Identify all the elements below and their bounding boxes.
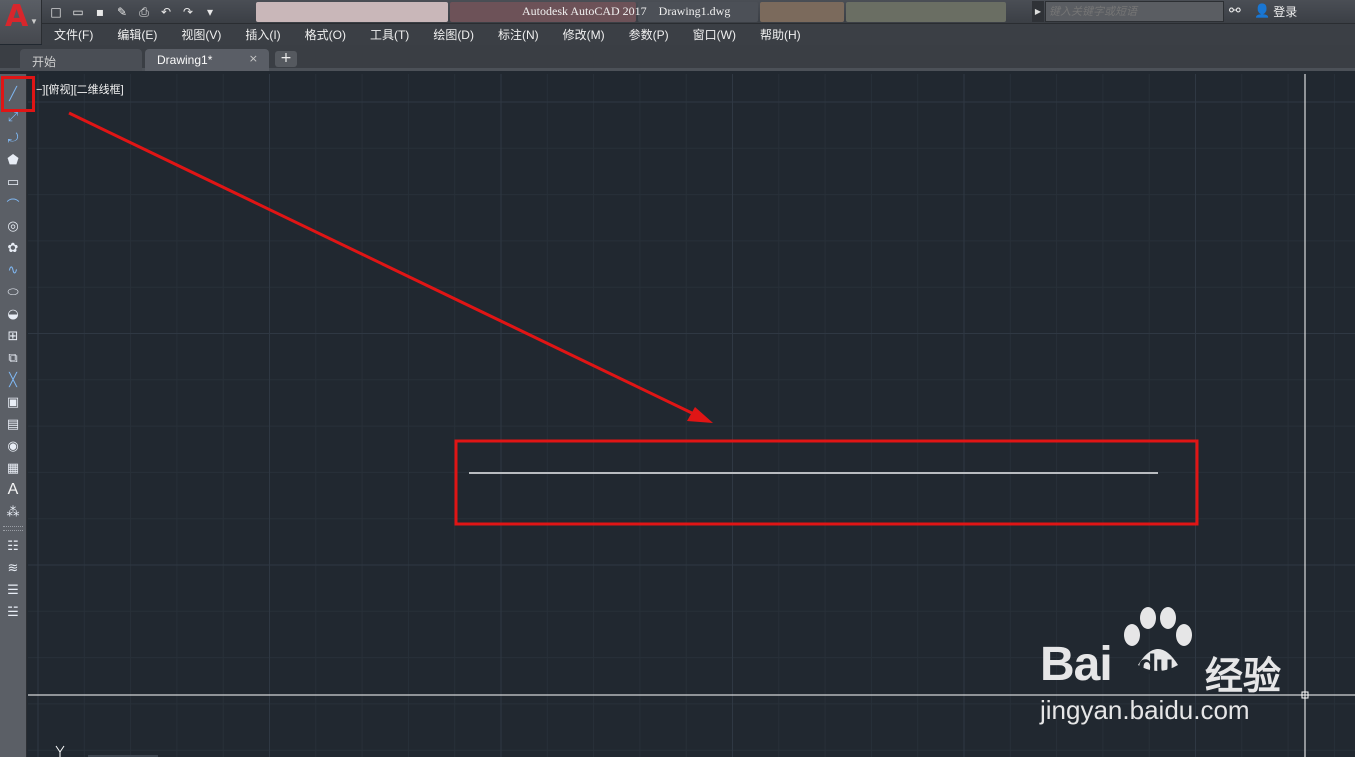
layer-previous-icon[interactable]: ☱ — [2, 602, 24, 622]
arc-icon[interactable]: ⌒ — [2, 194, 24, 214]
circle-icon[interactable]: ◎ — [2, 216, 24, 236]
viewport-controls[interactable]: −][俯视][二维线框] — [36, 81, 124, 97]
application-menu-button[interactable]: A ▼ — [0, 0, 42, 44]
watermark-brand-suffix: du — [1138, 649, 1174, 682]
chevron-down-icon: ▼ — [30, 17, 38, 26]
hatch-icon[interactable]: ▣ — [2, 392, 24, 412]
tab-start-label: 开始 — [32, 55, 57, 69]
ellipse-arc-icon[interactable]: ◒ — [2, 304, 24, 324]
menu-file[interactable]: 文件(F) — [42, 26, 105, 43]
menu-modify[interactable]: 修改(M) — [551, 26, 617, 43]
ucs-icon — [55, 745, 158, 757]
plot-icon[interactable]: ⎙ — [136, 4, 152, 20]
highlight-box — [454, 439, 1199, 526]
menu-edit[interactable]: 编辑(E) — [105, 26, 169, 43]
table-icon[interactable]: ▦ — [2, 458, 24, 478]
quick-access-toolbar: □ ▭ ▪ ✎ ⎙ ↶ ↷ ▾ — [48, 3, 218, 21]
toolbar-separator — [3, 530, 23, 531]
toolbar-separator — [3, 526, 23, 527]
login-label: 登录 — [1273, 5, 1298, 19]
autocad-window: □ ▭ ▪ ✎ ⎙ ↶ ↷ ▾ Autodesk AutoCAD 2017 Dr… — [0, 0, 1355, 757]
line-tool-highlight-box — [1, 76, 35, 112]
insert-block-icon[interactable]: ⊞ — [2, 326, 24, 346]
redo-icon[interactable]: ↷ — [180, 4, 196, 20]
menu-window[interactable]: 窗口(W) — [681, 26, 748, 43]
new-tab-button[interactable]: + — [275, 51, 297, 67]
menu-tools[interactable]: 工具(T) — [358, 26, 421, 43]
blurred-tab — [846, 2, 1006, 22]
gradient-icon[interactable]: ▤ — [2, 414, 24, 434]
layer-states-icon[interactable]: ≋ — [2, 558, 24, 578]
ellipse-icon[interactable]: ⬭ — [2, 282, 24, 302]
expand-arrow-icon[interactable]: ▶ — [1032, 1, 1044, 22]
make-block-icon[interactable]: ⧉ — [2, 348, 24, 368]
window-title: Autodesk AutoCAD 2017 Drawing1.dwg — [522, 4, 731, 18]
open-icon[interactable]: ▭ — [70, 4, 86, 20]
document-tab-bar: 开始 Drawing1* × + — [0, 45, 1355, 71]
spline-icon[interactable]: ∿ — [2, 260, 24, 280]
menu-format[interactable]: 格式(O) — [293, 26, 358, 43]
close-icon[interactable]: × — [249, 52, 258, 65]
add-selected-icon[interactable]: ⁂ — [2, 502, 24, 522]
point-icon[interactable]: ╳ — [2, 370, 24, 390]
user-icon: 👤 — [1254, 4, 1271, 19]
undo-icon[interactable]: ↶ — [158, 4, 174, 20]
search-box: ▶ — [1032, 1, 1224, 22]
multiline-text-icon[interactable]: A — [2, 480, 24, 500]
baidu-jingyan-watermark: Bai du 经验 jingyan.baidu.com — [1040, 605, 1300, 735]
rectangle-icon[interactable]: ▭ — [2, 172, 24, 192]
layer-isolate-icon[interactable]: ☰ — [2, 580, 24, 600]
save-icon[interactable]: ▪ — [92, 4, 108, 20]
watermark-product: 经验 — [1205, 656, 1282, 698]
autocad-logo-icon: A — [5, 0, 29, 34]
blurred-tab — [760, 2, 844, 22]
menu-parametric[interactable]: 参数(P) — [617, 26, 681, 43]
menu-draw[interactable]: 绘图(D) — [421, 26, 486, 43]
binoculars-icon[interactable]: ⚯ — [1229, 3, 1241, 19]
polygon-icon[interactable]: ⬟ — [2, 150, 24, 170]
draw-toolbar: ╱ ⤢ ⤾ ⬟ ▭ ⌒ ◎ ✿ ∿ ⬭ ◒ ⊞ ⧉ ╳ ▣ ▤ ◉ ▦ A ⁂ … — [0, 74, 27, 757]
title-bar: □ ▭ ▪ ✎ ⎙ ↶ ↷ ▾ Autodesk AutoCAD 2017 Dr… — [0, 0, 1355, 24]
tab-start[interactable]: 开始 — [20, 49, 142, 71]
menu-help[interactable]: 帮助(H) — [748, 26, 813, 43]
tab-drawing1[interactable]: Drawing1* × — [145, 49, 269, 71]
tab-drawing1-label: Drawing1* — [157, 53, 213, 67]
blurred-tab — [256, 2, 448, 22]
watermark-url: jingyan.baidu.com — [1040, 695, 1250, 725]
annotation-arrow — [68, 111, 713, 423]
menu-view[interactable]: 视图(V) — [169, 26, 233, 43]
customize-icon[interactable]: ▾ — [202, 4, 218, 20]
search-input[interactable] — [1045, 1, 1224, 22]
menu-dimension[interactable]: 标注(N) — [486, 26, 551, 43]
revision-cloud-icon[interactable]: ✿ — [2, 238, 24, 258]
watermark-brand: Bai — [1040, 638, 1113, 691]
layer-properties-icon[interactable]: ☷ — [2, 536, 24, 556]
menu-bar: 文件(F) 编辑(E) 视图(V) 插入(I) 格式(O) 工具(T) 绘图(D… — [42, 24, 1355, 45]
login-button[interactable]: 👤 登录 — [1254, 3, 1297, 20]
polyline-icon[interactable]: ⤾ — [2, 128, 24, 148]
region-icon[interactable]: ◉ — [2, 436, 24, 456]
menu-insert[interactable]: 插入(I) — [233, 26, 292, 43]
new-icon[interactable]: □ — [48, 4, 64, 20]
save-as-icon[interactable]: ✎ — [114, 4, 130, 20]
